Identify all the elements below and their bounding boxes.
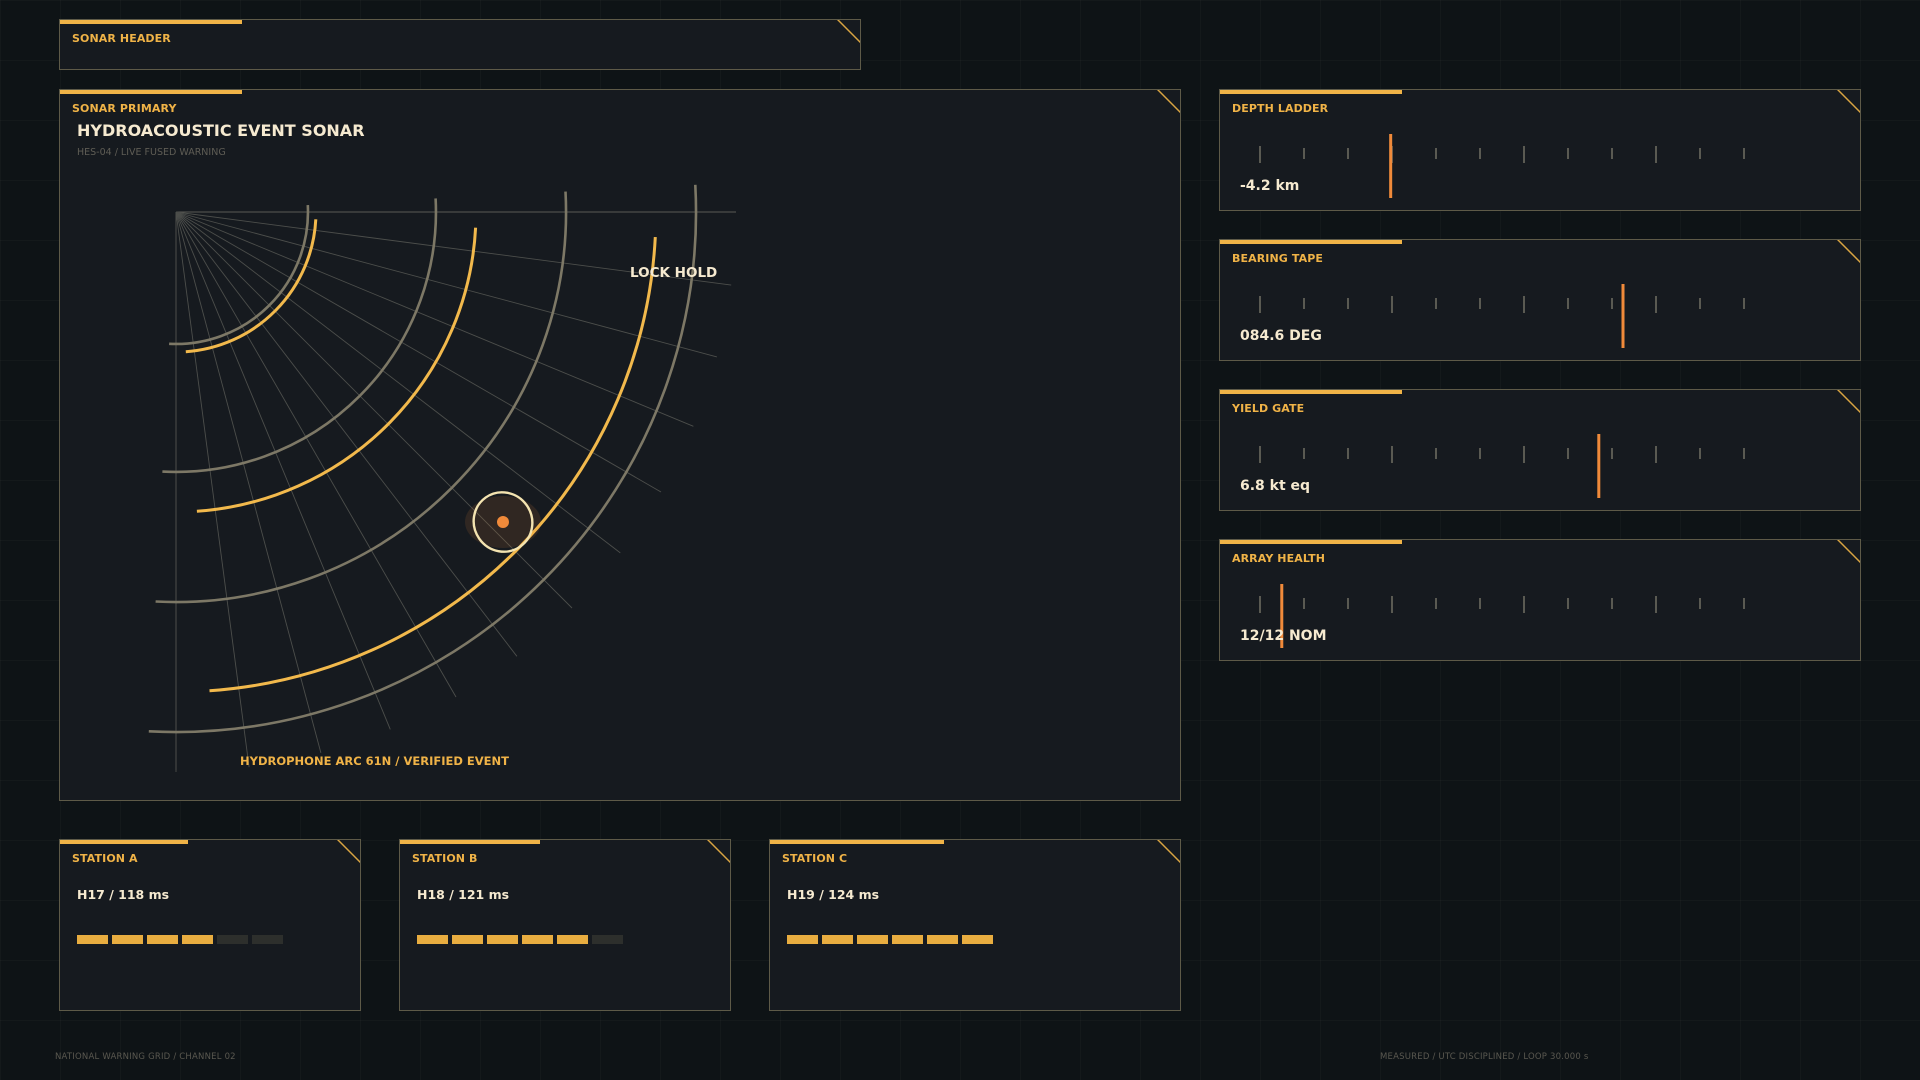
event-marker-dot xyxy=(497,516,509,528)
station-c-panel: STATION C H19 / 124 ms xyxy=(769,839,1181,1011)
sonar-radial-line xyxy=(175,211,662,493)
signal-segment-active xyxy=(77,935,108,944)
lock-hold-label: LOCK HOLD xyxy=(630,265,718,281)
yield-gate-panel: YIELD GATE 6.8 kt eq xyxy=(1219,389,1861,511)
sonar-radial-line xyxy=(175,211,457,698)
sonar-header-label: SONAR HEADER xyxy=(72,32,171,45)
bearing-tape-panel: BEARING TAPE 084.6 DEG xyxy=(1219,239,1861,361)
gauge-value: 12/12 NOM xyxy=(1240,628,1327,644)
signal-segment-active xyxy=(892,935,923,944)
signal-segment-active xyxy=(787,935,818,944)
gauge-value: -4.2 km xyxy=(1240,178,1300,194)
signal-segment-inactive xyxy=(217,935,248,944)
sonar-primary-panel: SONAR PRIMARY HYDROACOUSTIC EVENT SONAR … xyxy=(59,89,1181,801)
signal-segment-inactive xyxy=(592,935,623,944)
station-a-panel: STATION A H17 / 118 ms xyxy=(59,839,361,1011)
yield-gate-scale xyxy=(1259,434,1745,498)
array-health-panel: ARRAY HEALTH 12/12 NOM xyxy=(1219,539,1861,661)
station-value: H19 / 124 ms xyxy=(787,887,880,902)
sonar-radial-line xyxy=(175,211,718,358)
signal-segment-active xyxy=(487,935,518,944)
sonar-display xyxy=(148,184,736,772)
signal-segment-active xyxy=(927,935,958,944)
signal-segment-active xyxy=(857,935,888,944)
sonar-wavefront-arc xyxy=(209,237,657,693)
signal-segment-active xyxy=(962,935,993,944)
corner-notch-icon xyxy=(337,840,360,863)
gauge-value: 084.6 DEG xyxy=(1240,328,1322,344)
station-signal-bars xyxy=(787,935,993,944)
station-label: STATION C xyxy=(782,852,848,865)
station-signal-bars xyxy=(77,935,283,944)
signal-segment-active xyxy=(522,935,553,944)
corner-notch-icon xyxy=(1157,840,1180,863)
sonar-radial-line xyxy=(175,211,322,754)
station-signal-bars xyxy=(417,935,623,944)
signal-segment-active xyxy=(557,935,588,944)
signal-segment-active xyxy=(822,935,853,944)
gauge-value: 6.8 kt eq xyxy=(1240,478,1311,494)
signal-segment-inactive xyxy=(252,935,283,944)
station-value: H17 / 118 ms xyxy=(77,887,170,902)
sonar-radial-line xyxy=(175,211,250,768)
station-label: STATION A xyxy=(72,852,138,865)
signal-segment-active xyxy=(417,935,448,944)
corner-notch-icon xyxy=(707,840,730,863)
signal-segment-active xyxy=(452,935,483,944)
depth-ladder-scale xyxy=(1259,134,1745,198)
corner-notch-icon xyxy=(837,20,860,43)
depth-ladder-panel: DEPTH LADDER -4.2 km xyxy=(1219,89,1861,211)
station-label: STATION B xyxy=(412,852,478,865)
sonar-wavefront-arc xyxy=(196,227,478,513)
sonar-header-panel: SONAR HEADER xyxy=(59,19,861,70)
footer-right: MEASURED / UTC DISCIPLINED / LOOP 30.000… xyxy=(1380,1052,1589,1062)
signal-segment-active xyxy=(182,935,213,944)
station-value: H18 / 121 ms xyxy=(417,887,510,902)
footer-left: NATIONAL WARNING GRID / CHANNEL 02 xyxy=(55,1052,236,1062)
station-b-panel: STATION B H18 / 121 ms xyxy=(399,839,731,1011)
signal-segment-active xyxy=(147,935,178,944)
signal-segment-active xyxy=(112,935,143,944)
sonar-caption: HYDROPHONE ARC 61N / VERIFIED EVENT xyxy=(240,754,509,768)
